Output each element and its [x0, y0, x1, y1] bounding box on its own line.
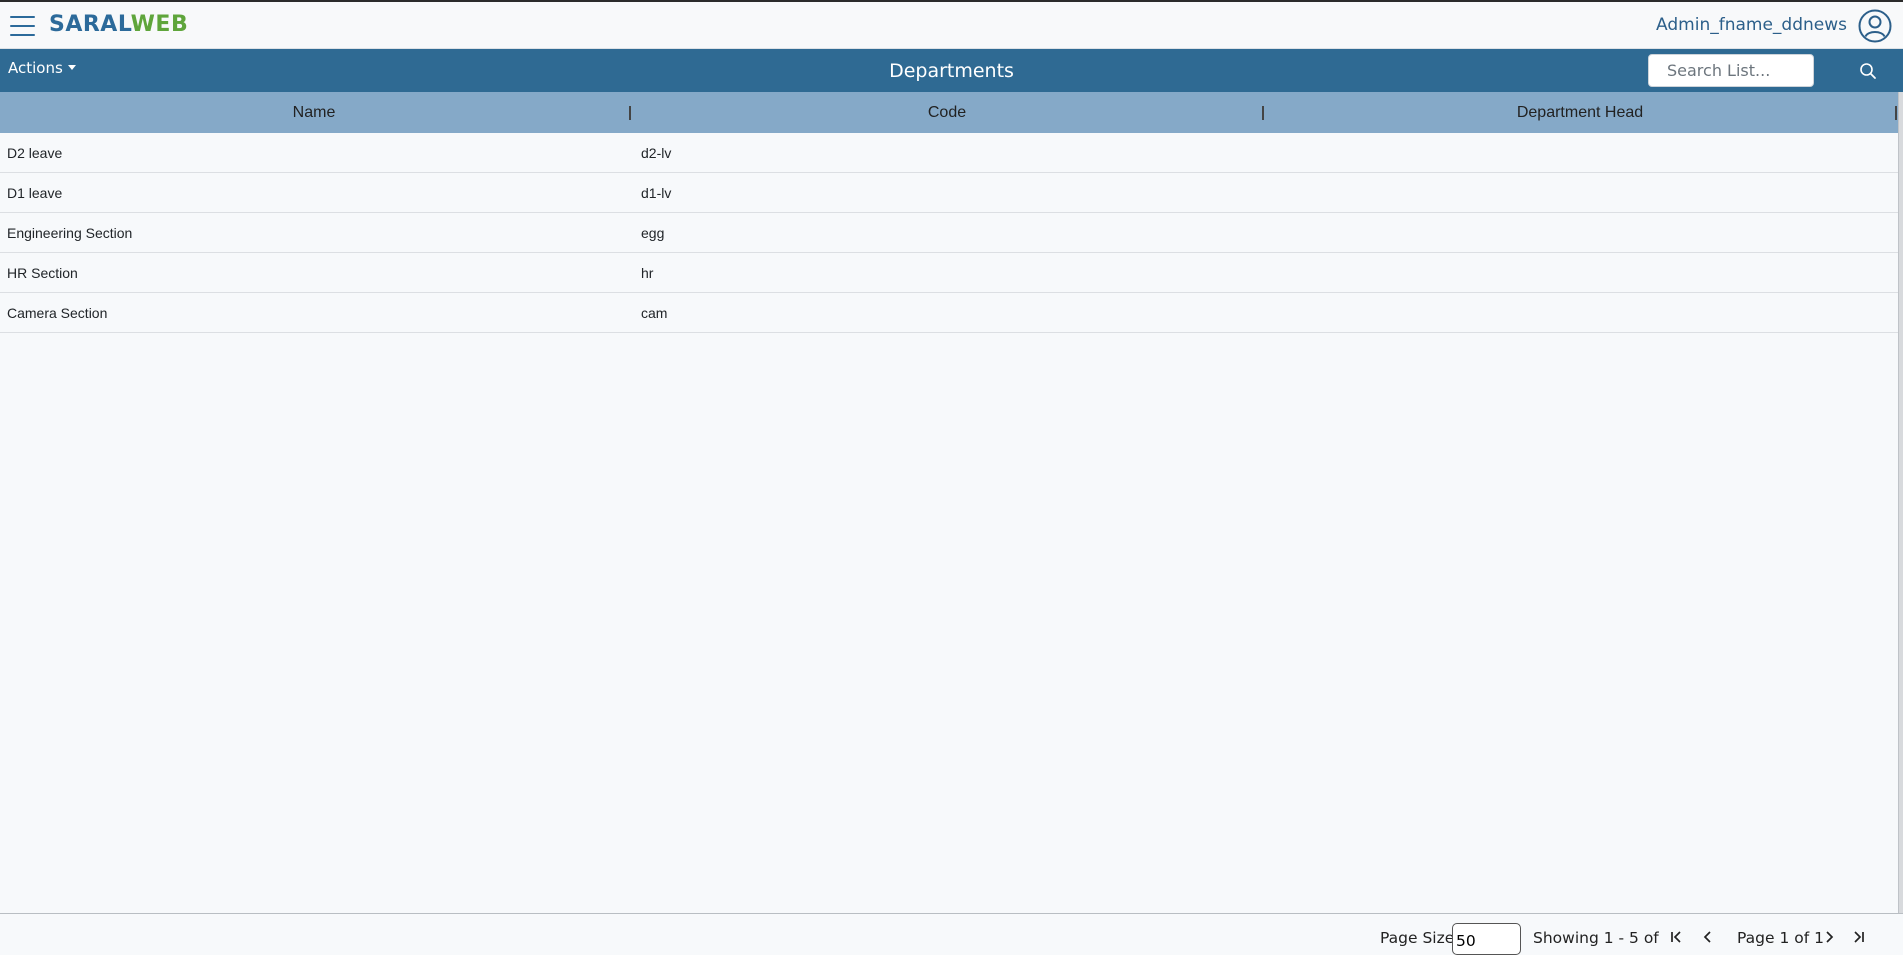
grid-body: D2 leave d2-lv D1 leave d1-lv Engineerin…: [0, 133, 1898, 333]
top-navbar: SARALWEB Admin_fname_ddnews: [0, 2, 1903, 49]
search-input[interactable]: [1648, 54, 1814, 87]
table-row[interactable]: HR Section hr: [0, 253, 1898, 293]
last-page-icon[interactable]: [1850, 927, 1868, 947]
first-page-icon[interactable]: [1667, 927, 1685, 947]
search-icon[interactable]: [1858, 61, 1878, 81]
brand-text-saral: SARAL: [49, 12, 131, 37]
page-size-input[interactable]: [1452, 923, 1521, 955]
cell-department-head: [1274, 173, 1894, 213]
column-resizer[interactable]: [629, 106, 631, 120]
cell-code: cam: [641, 305, 668, 321]
pagination-bar: Page Size Showing 1 - 5 of Page 1 of 1: [0, 913, 1903, 955]
cell-name: D2 leave: [7, 145, 63, 161]
table-row[interactable]: D1 leave d1-lv: [0, 173, 1898, 213]
page-title: Departments: [889, 60, 1014, 82]
table-row[interactable]: Engineering Section egg: [0, 213, 1898, 253]
cell-name: Engineering Section: [7, 225, 133, 241]
cell-name: HR Section: [7, 265, 78, 281]
user-circle-icon[interactable]: [1858, 9, 1892, 43]
brand-text-web: WEB: [130, 12, 189, 37]
cell-code: hr: [641, 265, 654, 281]
cell-name: Camera Section: [7, 305, 108, 321]
column-header-code[interactable]: Code: [633, 92, 1261, 133]
column-header-name[interactable]: Name: [0, 92, 628, 133]
column-resizer[interactable]: [1895, 106, 1897, 120]
page-size-label: Page Size: [1380, 929, 1455, 947]
user-name[interactable]: Admin_fname_ddnews: [1656, 15, 1847, 35]
cell-department-head: [1274, 253, 1894, 293]
table-row[interactable]: D2 leave d2-lv: [0, 133, 1898, 173]
page-indicator: Page 1 of 1: [1737, 929, 1824, 947]
cell-code: d2-lv: [641, 145, 672, 161]
hamburger-menu-icon[interactable]: [10, 16, 35, 38]
table-row[interactable]: Camera Section cam: [0, 293, 1898, 333]
cell-department-head: [1274, 133, 1894, 173]
column-resizer[interactable]: [1262, 106, 1264, 120]
cell-code: egg: [641, 225, 665, 241]
showing-count: Showing 1 - 5 of: [1533, 929, 1659, 947]
vertical-scrollbar[interactable]: [1898, 92, 1903, 914]
cell-department-head: [1274, 213, 1894, 253]
next-page-icon[interactable]: [1820, 927, 1838, 947]
previous-page-icon[interactable]: [1699, 927, 1717, 947]
list-toolbar: Actions Departments: [0, 49, 1903, 92]
column-header-department-head[interactable]: Department Head: [1266, 92, 1894, 133]
cell-name: D1 leave: [7, 185, 63, 201]
cell-department-head: [1274, 293, 1894, 333]
cell-code: d1-lv: [641, 185, 672, 201]
brand-logo[interactable]: SARALWEB: [49, 12, 188, 37]
grid-header: Name Code Department Head: [0, 92, 1898, 133]
